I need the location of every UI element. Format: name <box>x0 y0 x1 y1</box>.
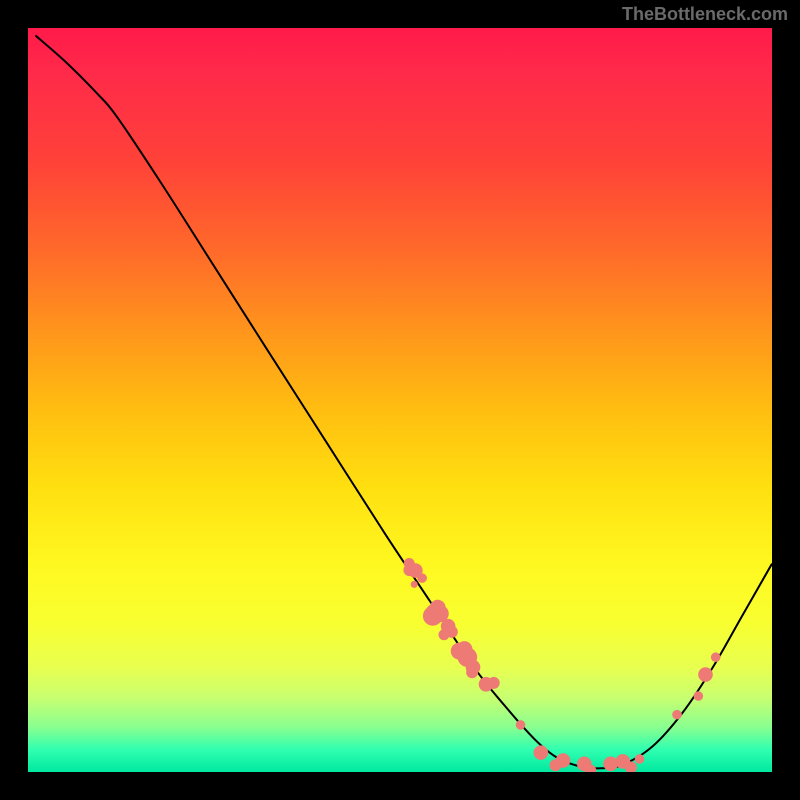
scatter-point <box>635 754 645 764</box>
scatter-point <box>516 720 526 730</box>
scatter-point <box>488 677 500 689</box>
scatter-point <box>411 581 418 588</box>
scatter-point <box>456 641 472 657</box>
watermark-text: TheBottleneck.com <box>622 4 788 25</box>
scatter-point <box>404 558 415 569</box>
scatter-point <box>534 745 549 760</box>
chart-curve-line <box>35 35 772 768</box>
scatter-point <box>711 652 721 662</box>
chart-scatter-markers <box>403 558 720 772</box>
scatter-point <box>417 573 427 583</box>
scatter-point <box>672 710 682 720</box>
scatter-point <box>438 629 449 640</box>
scatter-point <box>466 666 478 678</box>
scatter-point <box>549 759 561 771</box>
chart-plot-area <box>28 28 772 772</box>
scatter-point <box>698 667 713 682</box>
scatter-point <box>694 691 704 701</box>
scatter-point <box>426 604 441 619</box>
scatter-point <box>603 757 618 772</box>
chart-svg <box>28 28 772 772</box>
